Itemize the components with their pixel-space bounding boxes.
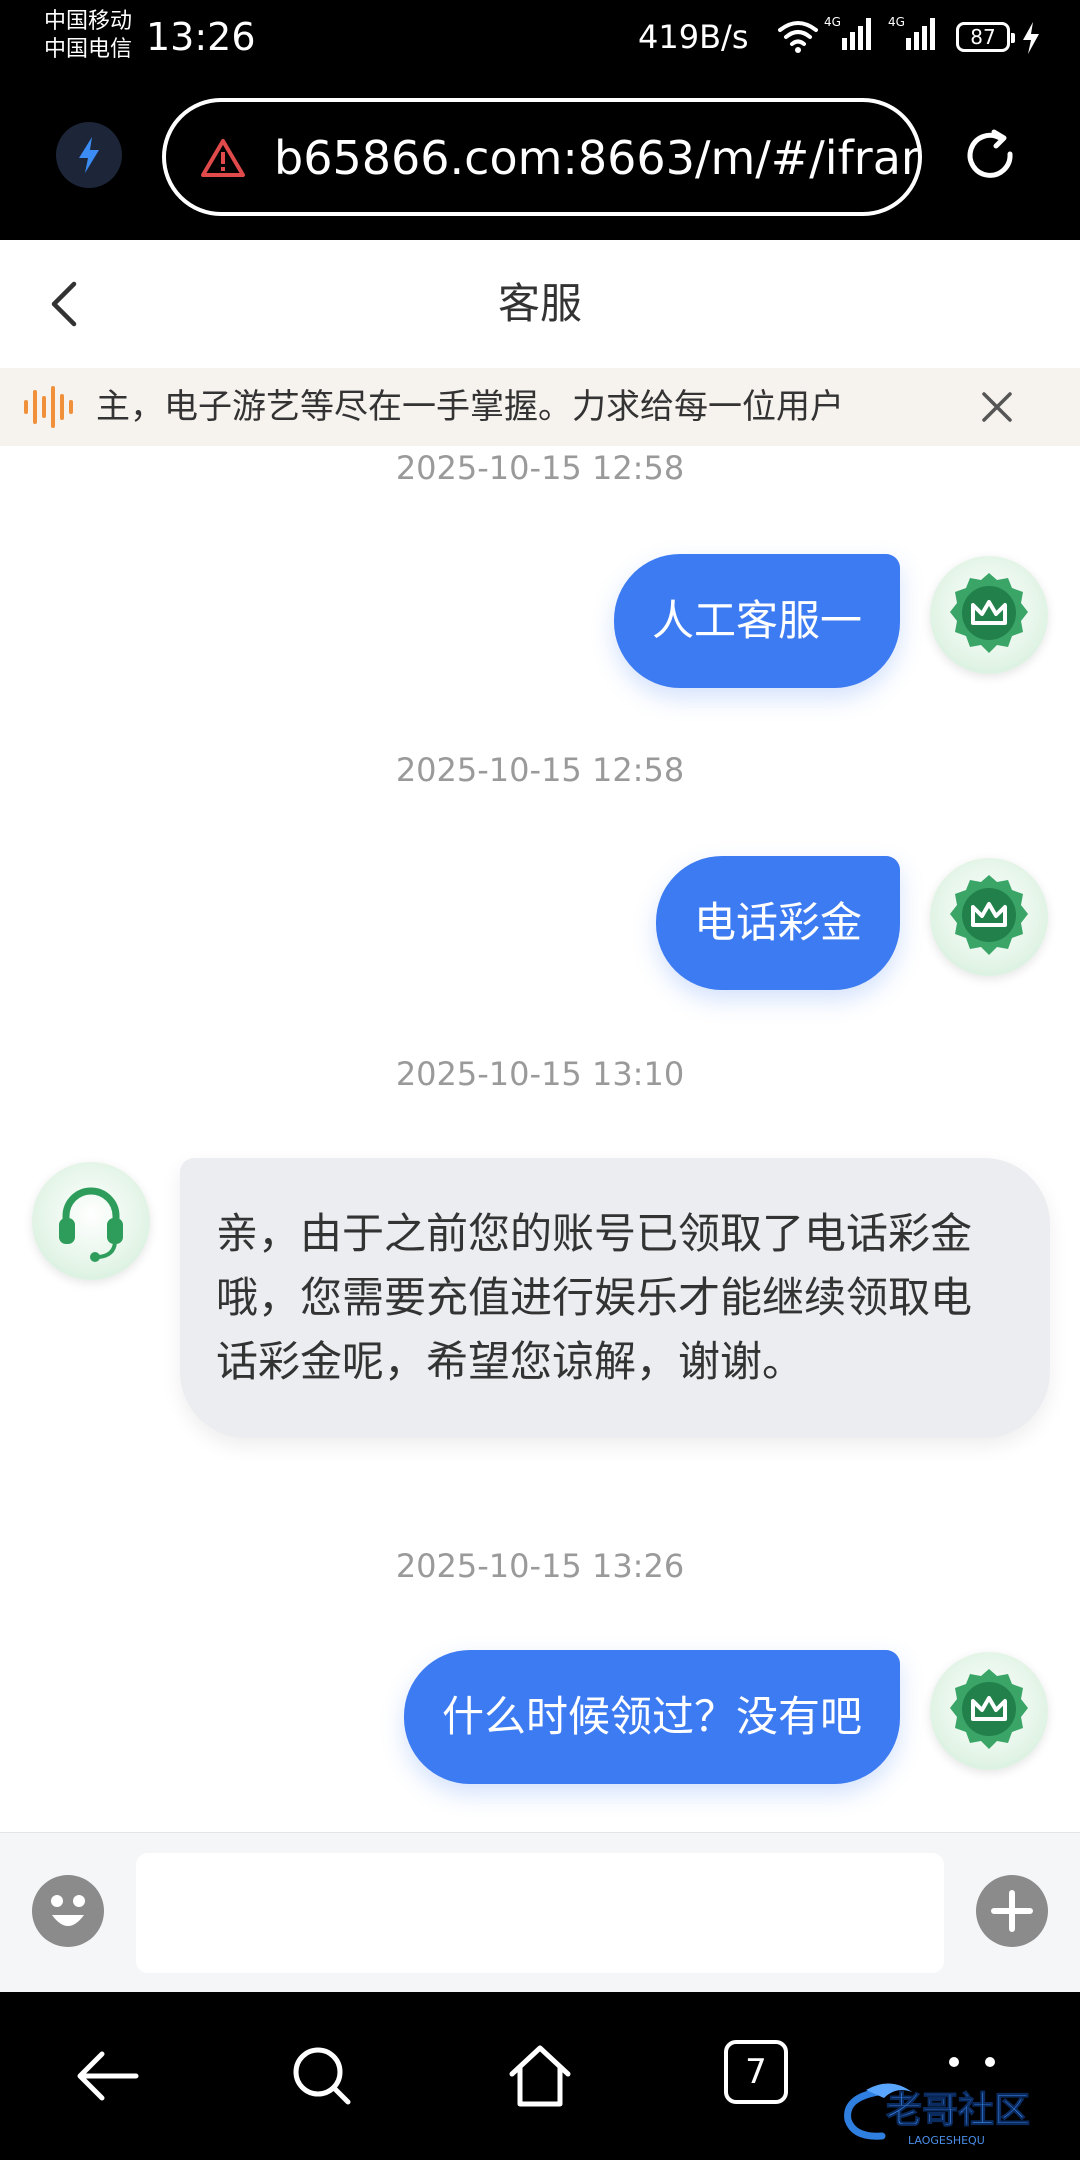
close-icon[interactable] [978, 388, 1016, 426]
warning-icon[interactable] [200, 138, 246, 178]
chat-header: 客服 [0, 240, 1080, 368]
signal-icon: 4G [888, 15, 935, 50]
status-bar: 中国移动 中国电信 13:26 419B/s 4G 4G 87 [0, 0, 1080, 80]
signal-1-label: 4G [824, 15, 841, 29]
url-text[interactable]: b65866.com:8663/m/#/iframe [274, 128, 918, 188]
crown-avatar-icon [950, 1669, 1028, 1749]
crown-avatar-icon [950, 573, 1028, 653]
page-title: 客服 [497, 279, 582, 328]
wifi-icon [778, 21, 818, 53]
carrier-labels: 中国移动 中国电信 [44, 8, 132, 64]
message-timestamp: 2025-10-15 12:58 [395, 751, 685, 789]
watermark-text: 老哥社区 [886, 2090, 1030, 2131]
browser-toolbar: b65866.com:8663/m/#/iframe [0, 80, 1080, 240]
outgoing-message[interactable]: 人工客服一 [613, 554, 900, 688]
outgoing-message[interactable]: 什么时候领过？没有吧 [403, 1650, 900, 1784]
reload-icon[interactable] [958, 124, 1022, 188]
lightning-icon [79, 137, 99, 173]
more-icon[interactable] [942, 2052, 1002, 2072]
notice-text: 主，电子游艺等尽在一手掌握。力求给每一位用户 [96, 387, 844, 427]
user-avatar[interactable] [930, 1652, 1048, 1770]
network-speed: 419B/s [638, 18, 749, 56]
charging-icon [1023, 22, 1039, 54]
headset-avatar-icon [59, 1187, 123, 1262]
notice-bar: 主，电子游艺等尽在一手掌握。力求给每一位用户 [0, 368, 1080, 446]
outgoing-message[interactable]: 电话彩金 [655, 856, 900, 990]
carrier-2: 中国电信 [44, 37, 133, 62]
browser-nav-bar: 7 老哥社区 LAOGESHEQU [0, 1992, 1080, 2160]
watermark-logo: 老哥社区 LAOGESHEQU [844, 2083, 1031, 2147]
address-bar[interactable]: b65866.com:8663/m/#/iframe [162, 98, 922, 216]
message-timestamp: 2025-10-15 12:58 [395, 449, 685, 487]
tabs-icon[interactable]: 7 [724, 2040, 788, 2104]
message-timestamp: 2025-10-15 13:10 [395, 1055, 685, 1093]
search-icon[interactable] [286, 2040, 358, 2112]
signal-icon: 4G [824, 15, 871, 50]
plus-icon[interactable] [974, 1873, 1050, 1949]
battery-icon: 87 [956, 22, 1015, 52]
signal-2-label: 4G [888, 15, 905, 29]
crown-avatar-icon [950, 875, 1028, 955]
emoji-icon[interactable] [30, 1873, 106, 1949]
carrier-1: 中国移动 [44, 9, 133, 34]
watermark-subtext: LAOGESHEQU [908, 2134, 985, 2147]
home-icon[interactable] [504, 2040, 576, 2112]
lightning-button[interactable] [56, 122, 122, 188]
audio-wave-icon [24, 386, 73, 428]
incoming-message[interactable]: 亲，由于之前您的账号已领取了电话彩金哦，您需要充值进行娱乐才能继续领取电话彩金呢… [180, 1158, 1050, 1438]
back-arrow-icon[interactable] [72, 2040, 144, 2112]
agent-avatar[interactable] [32, 1162, 150, 1280]
message-input[interactable] [136, 1853, 944, 1973]
status-time: 13:26 [146, 15, 256, 59]
message-input-bar [0, 1832, 1080, 1992]
message-timestamp: 2025-10-15 13:26 [395, 1547, 685, 1585]
user-avatar[interactable] [930, 858, 1048, 976]
user-avatar[interactable] [930, 556, 1048, 674]
chat-messages[interactable]: 2025-10-15 12:58 人工客服一 2025-10-15 12:58 … [0, 446, 1080, 1832]
